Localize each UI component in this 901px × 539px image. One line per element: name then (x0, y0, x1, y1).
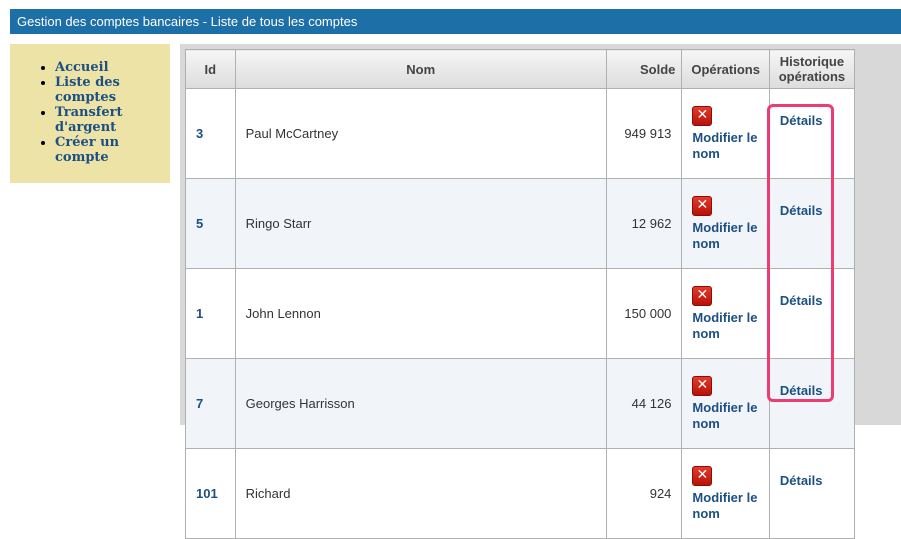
table-row: 3 Paul McCartney 949 913 ✕ Modifier le n… (185, 88, 856, 179)
cell-id: 5 (185, 178, 236, 269)
cell-historique: Détails (768, 448, 856, 539)
cell-operations: ✕ Modifier le nom (681, 268, 770, 359)
details-link[interactable]: Détails (780, 473, 844, 489)
nav-link-liste-comptes[interactable]: Liste des comptes (55, 75, 120, 105)
column-header-id: Id (185, 49, 236, 89)
table-row: 1 John Lennon 150 000 ✕ Modifier le nom … (185, 268, 856, 359)
rename-link[interactable]: Modifier le nom (692, 490, 760, 522)
cell-nom: Ringo Starr (234, 178, 607, 269)
cell-id: 3 (185, 88, 236, 179)
rename-link[interactable]: Modifier le nom (692, 310, 760, 342)
cell-nom: Georges Harrisson (234, 358, 607, 449)
delete-icon[interactable]: ✕ (692, 375, 713, 396)
details-link[interactable]: Détails (780, 293, 844, 309)
details-link[interactable]: Détails (780, 383, 844, 399)
delete-icon[interactable]: ✕ (692, 105, 713, 126)
cell-historique: Détails (768, 178, 856, 269)
page-title: Gestion des comptes bancaires - Liste de… (17, 14, 358, 29)
cell-historique: Détails (768, 88, 856, 179)
cell-solde: 924 (605, 448, 683, 539)
sidebar-item-accueil: Accueil (55, 60, 170, 75)
table-header-row: Id Nom Solde Opérations Historique opéra… (185, 49, 856, 89)
delete-icon[interactable]: ✕ (692, 285, 713, 306)
main-content: Id Nom Solde Opérations Historique opéra… (180, 44, 901, 539)
cell-operations: ✕ Modifier le nom (681, 88, 770, 179)
cell-operations: ✕ Modifier le nom (681, 178, 770, 269)
cell-id: 7 (185, 358, 236, 449)
page-header: Gestion des comptes bancaires - Liste de… (10, 9, 901, 34)
sidebar-item-creer-compte: Créer un compte (55, 135, 170, 165)
column-header-operations: Opérations (681, 49, 770, 89)
cell-nom: Richard (234, 448, 607, 539)
sidebar-menu: Accueil Liste des comptes Transfert d'ar… (10, 44, 170, 183)
column-header-historique: Historique opérations (768, 49, 856, 89)
delete-icon[interactable]: ✕ (692, 195, 713, 216)
cell-id: 1 (185, 268, 236, 359)
cell-solde: 44 126 (605, 358, 683, 449)
rename-link[interactable]: Modifier le nom (692, 220, 760, 252)
cell-id: 101 (185, 448, 236, 539)
accounts-table: Id Nom Solde Opérations Historique opéra… (185, 49, 856, 539)
cell-nom: John Lennon (234, 268, 607, 359)
cell-operations: ✕ Modifier le nom (681, 358, 770, 449)
column-header-solde: Solde (605, 49, 683, 89)
table-row: 101 Richard 924 ✕ Modifier le nom Détail… (185, 448, 856, 539)
cell-historique: Détails (768, 358, 856, 449)
cell-solde: 12 962 (605, 178, 683, 269)
cell-historique: Détails (768, 268, 856, 359)
nav-link-transfert[interactable]: Transfert d'argent (55, 105, 123, 135)
cell-solde: 150 000 (605, 268, 683, 359)
sidebar-item-transfert: Transfert d'argent (55, 105, 170, 135)
details-link[interactable]: Détails (780, 203, 844, 219)
cell-operations: ✕ Modifier le nom (681, 448, 770, 539)
cell-solde: 949 913 (605, 88, 683, 179)
table-row: 5 Ringo Starr 12 962 ✕ Modifier le nom D… (185, 178, 856, 269)
rename-link[interactable]: Modifier le nom (692, 130, 760, 162)
cell-nom: Paul McCartney (234, 88, 607, 179)
sidebar-item-liste-comptes: Liste des comptes (55, 75, 170, 105)
table-row: 7 Georges Harrisson 44 126 ✕ Modifier le… (185, 358, 856, 449)
delete-icon[interactable]: ✕ (692, 465, 713, 486)
column-header-nom: Nom (234, 49, 607, 89)
nav-link-accueil[interactable]: Accueil (55, 60, 109, 75)
rename-link[interactable]: Modifier le nom (692, 400, 760, 432)
details-link[interactable]: Détails (780, 113, 844, 129)
nav-link-creer-compte[interactable]: Créer un compte (55, 135, 119, 165)
